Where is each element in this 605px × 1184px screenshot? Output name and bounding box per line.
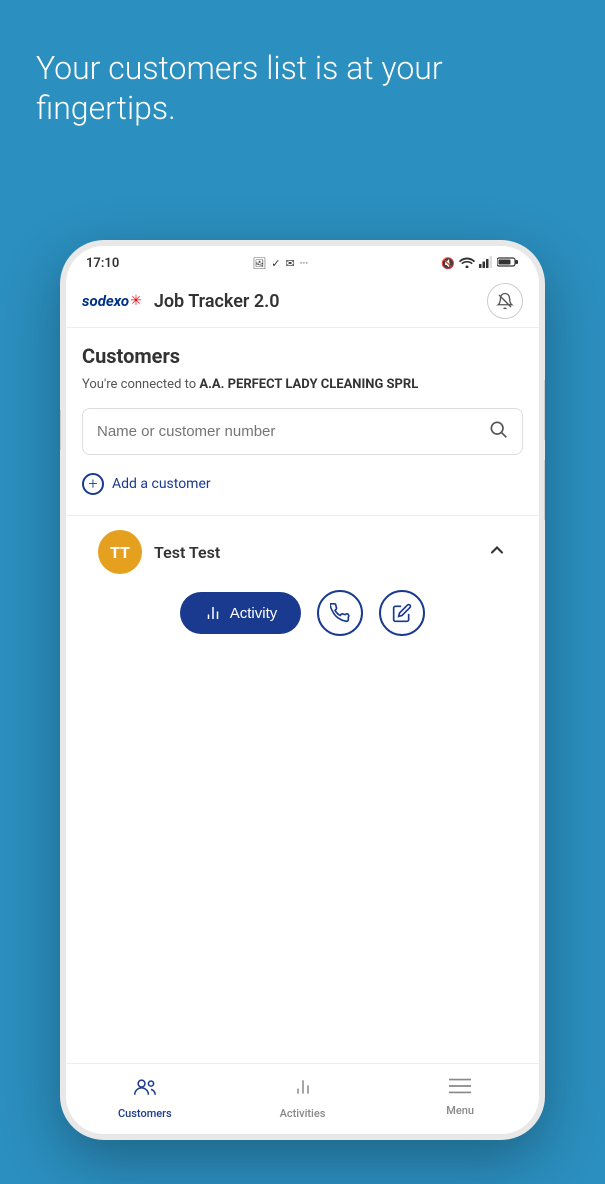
- sodexo-text: sodexo: [82, 292, 129, 310]
- customer-avatar: TT: [98, 530, 142, 574]
- mail-icon: ✉: [285, 257, 294, 270]
- notification-button[interactable]: [487, 283, 523, 319]
- activities-nav-label: Activities: [280, 1107, 326, 1120]
- gallery-icon: 🖼: [252, 257, 266, 270]
- battery-icon: [497, 256, 519, 271]
- section-title: Customers: [82, 344, 523, 368]
- phone-screen: 17:10 🖼 ✓ ✉ ··· 🔇: [66, 246, 539, 1134]
- customers-nav-icon: [133, 1076, 157, 1104]
- phone-shell: 17:10 🖼 ✓ ✉ ··· 🔇: [60, 240, 545, 1140]
- customers-nav-label: Customers: [118, 1107, 172, 1120]
- activities-nav-icon: [293, 1076, 313, 1104]
- main-content: Customers You're connected to A.A. PERFE…: [66, 328, 539, 1063]
- connected-company: A.A. PERFECT LADY CLEANING SPRL: [199, 377, 418, 392]
- bottom-nav: Customers Activities: [66, 1063, 539, 1134]
- menu-nav-icon: [449, 1076, 471, 1101]
- nav-menu[interactable]: Menu: [381, 1072, 539, 1124]
- add-icon: +: [82, 473, 104, 495]
- customer-item: TT Test Test: [82, 516, 523, 658]
- status-time: 17:10: [86, 256, 119, 271]
- sodexo-asterisk: ✳: [130, 293, 142, 309]
- call-button[interactable]: [317, 590, 363, 636]
- status-icons-right: 🔇: [441, 256, 519, 271]
- menu-nav-label: Menu: [446, 1104, 474, 1117]
- wifi-icon: [459, 256, 475, 271]
- app-bar: sodexo ✳ Job Tracker 2.0: [66, 275, 539, 328]
- app-title: Job Tracker 2.0: [154, 291, 487, 312]
- search-icon: [488, 419, 508, 444]
- add-customer-button[interactable]: + Add a customer: [82, 469, 523, 499]
- connected-info: You're connected to A.A. PERFECT LADY CL…: [82, 376, 523, 394]
- status-icons-left: 🖼 ✓ ✉ ···: [252, 257, 308, 270]
- customers-section: Customers You're connected to A.A. PERFE…: [66, 328, 539, 674]
- search-container[interactable]: [82, 408, 523, 455]
- customer-name: Test Test: [154, 543, 487, 562]
- activity-label: Activity: [230, 605, 278, 622]
- mute-icon: 🔇: [441, 257, 455, 270]
- edit-button[interactable]: [379, 590, 425, 636]
- add-customer-label: Add a customer: [112, 476, 211, 492]
- customer-actions: Activity: [98, 574, 507, 644]
- search-input[interactable]: [97, 423, 488, 440]
- hero-text: Your customers list is at your fingertip…: [36, 48, 569, 128]
- status-bar: 17:10 🖼 ✓ ✉ ··· 🔇: [66, 246, 539, 275]
- check-icon: ✓: [271, 257, 280, 270]
- signal-icon: [479, 256, 493, 271]
- nav-customers[interactable]: Customers: [66, 1072, 224, 1124]
- activity-button[interactable]: Activity: [180, 592, 302, 634]
- customer-header[interactable]: TT Test Test: [98, 530, 507, 574]
- sodexo-logo: sodexo ✳: [82, 292, 142, 310]
- more-icon: ···: [300, 257, 309, 270]
- nav-activities[interactable]: Activities: [224, 1072, 382, 1124]
- chevron-up-icon: [487, 540, 507, 565]
